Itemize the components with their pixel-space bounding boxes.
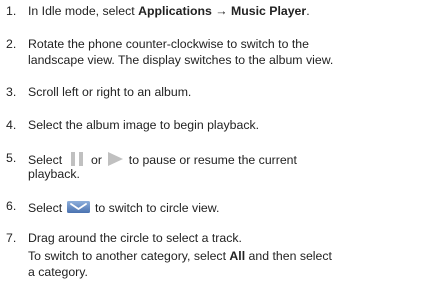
step-2-line-2: landscape view. The display switches to … (28, 53, 334, 67)
step-number: 1. (6, 4, 17, 18)
step-1-pre: In Idle mode, select (28, 4, 139, 18)
step-7-line-3: a category. (28, 265, 88, 279)
step-text: Select the album image to begin playback… (28, 118, 260, 132)
step-number: 3. (6, 85, 17, 99)
step-number: 4. (6, 118, 17, 132)
step-5-post: to pause or resume the current (125, 153, 297, 167)
step-text-line-3: a category. (28, 265, 440, 280)
step-text: Scroll left or right to an album. (28, 85, 192, 99)
step-7-line-1: Drag around the circle to select a track… (28, 231, 242, 245)
step-text: Select or to pause or resume the current (28, 151, 440, 168)
step-2-line-1: Rotate the phone counter-clockwise to sw… (28, 37, 309, 51)
step-number: 7. (6, 231, 17, 245)
step-text-line-2: To switch to another category, select Al… (28, 249, 440, 264)
step-number: 5. (6, 151, 17, 165)
music-player-label: Music Player (231, 4, 307, 18)
pause-icon (66, 151, 88, 167)
step-text: In Idle mode, select Applications → Musi… (28, 4, 440, 19)
step-number: 6. (6, 199, 17, 213)
step-5-line-2: playback. (28, 167, 80, 181)
step-text-line-2: landscape view. The display switches to … (28, 53, 440, 68)
step-text-line-2: playback. (28, 167, 440, 182)
step-text: Rotate the phone counter-clockwise to sw… (28, 37, 440, 52)
step-7-line-2-pre: To switch to another category, select (28, 249, 230, 263)
step-7-line-2-post: and then select (245, 249, 332, 263)
step-5-pre: Select (28, 153, 66, 167)
step-1-post: . (306, 4, 310, 18)
arrow: → (211, 4, 231, 18)
step-6-post: to switch to circle view. (91, 201, 220, 215)
step-6-pre: Select (28, 201, 66, 215)
applications-label: Applications (138, 4, 212, 18)
play-icon (105, 151, 125, 167)
step-5-mid: or (87, 153, 106, 167)
all-label: All (229, 249, 246, 263)
circle-view-icon (66, 199, 92, 215)
step-number: 2. (6, 37, 17, 51)
step-text: Select to switch to circle view. (28, 199, 440, 216)
step-text: Drag around the circle to select a track… (28, 231, 440, 246)
